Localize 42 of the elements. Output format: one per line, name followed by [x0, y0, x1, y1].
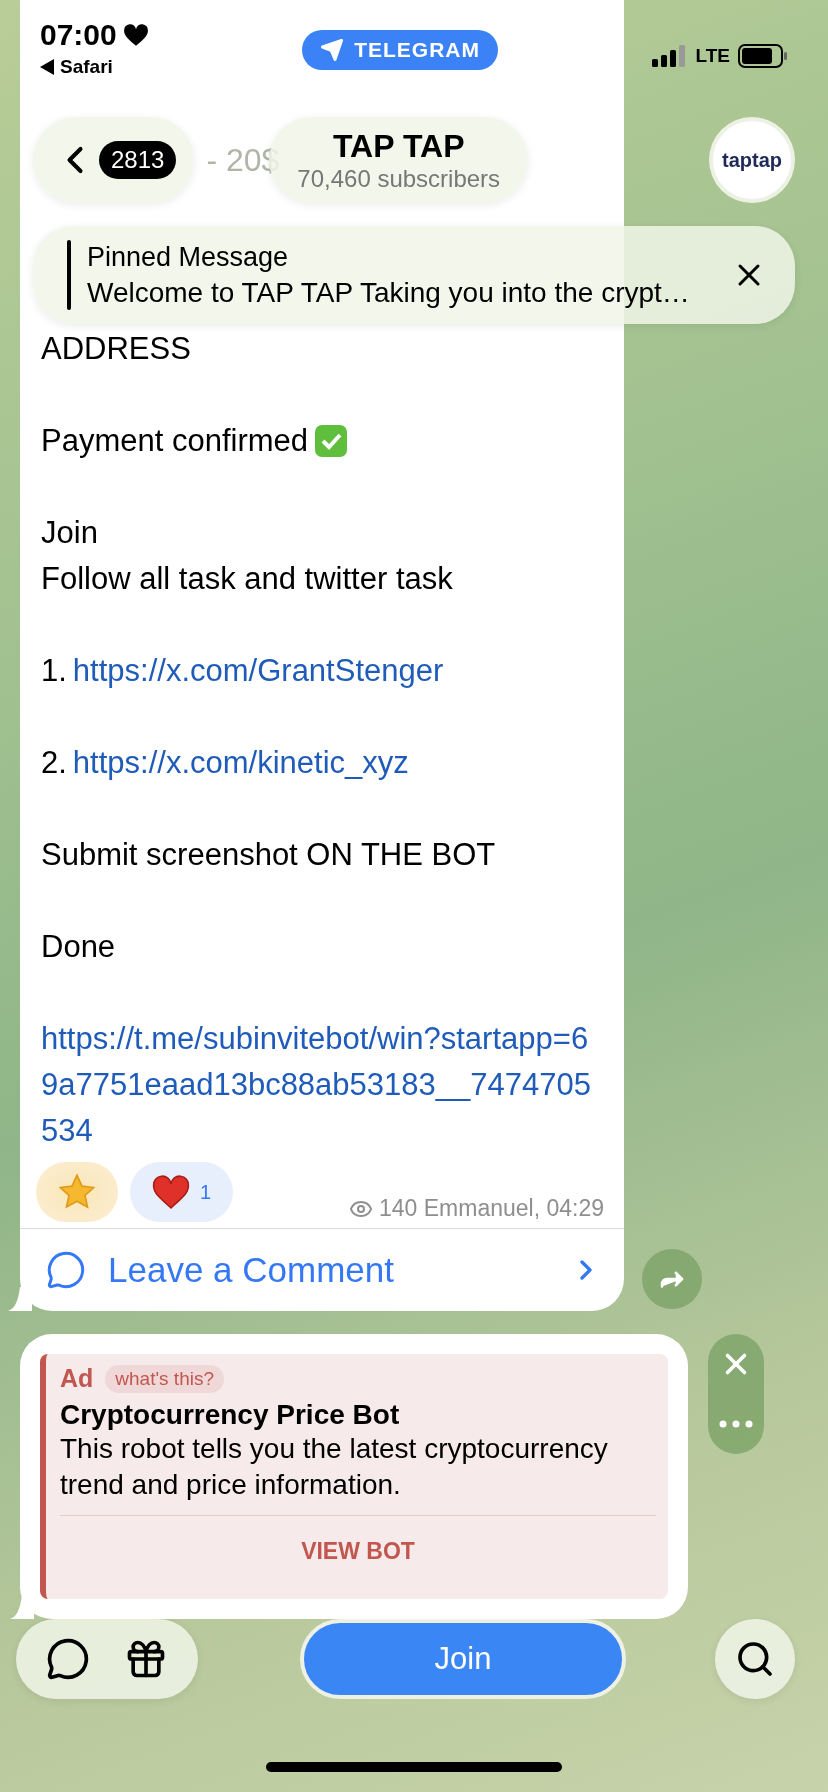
view-bot-button[interactable]: VIEW BOT — [60, 1515, 656, 1587]
channel-avatar[interactable]: taptap — [709, 117, 795, 203]
send-icon — [320, 38, 345, 62]
comment-icon — [46, 1250, 86, 1290]
search-icon — [735, 1639, 775, 1679]
message-text: Done — [41, 928, 116, 966]
info-link[interactable]: what's this? — [105, 1364, 224, 1393]
message-text: Submit screenshot ON THE BOT — [41, 836, 496, 874]
app-badge: TELEGRAM — [302, 30, 499, 70]
list-number: 1. — [41, 652, 67, 690]
message-link[interactable]: https://x.com/GrantStenger — [72, 648, 444, 694]
heart-icon — [122, 23, 149, 47]
ad-label: Ad — [60, 1364, 94, 1393]
list-number: 2. — [41, 744, 67, 782]
star-reaction[interactable] — [36, 1162, 118, 1222]
share-button[interactable] — [642, 1249, 702, 1309]
pinned-label: Pinned Message — [87, 241, 290, 273]
back-triangle-icon — [40, 59, 54, 75]
signal-icon — [651, 45, 688, 67]
message-text: Follow all task and twitter task — [41, 560, 453, 598]
back-to-app-link[interactable]: Safari — [60, 56, 113, 78]
pinned-message-bar[interactable]: Pinned Message Welcome to TAP TAP Taking you into the crypt… — [33, 226, 795, 324]
message-text: Join — [41, 514, 98, 552]
battery-icon — [738, 44, 788, 68]
clock-time: 07:00 — [40, 18, 117, 52]
message-text: Payment confirmed — [41, 422, 309, 460]
message-link[interactable]: https://x.com/kinetic_xyz — [72, 740, 409, 786]
more-icon — [719, 1420, 753, 1428]
ad-text: This robot tells you the latest cryptocurrency trend and price information. — [60, 1432, 609, 1502]
heart-reaction[interactable]: 1 — [130, 1162, 234, 1222]
heart-icon — [152, 1174, 190, 1210]
check-mark-icon — [314, 424, 349, 458]
star-icon — [57, 1172, 97, 1212]
network-label: LTE — [695, 45, 730, 67]
message-text: ADDRESS — [41, 330, 191, 368]
join-button[interactable]: Join — [300, 1619, 626, 1699]
message-link[interactable]: https://t.me/subinvitebot/win?startapp=69a7751eaad13bc88ab53183__7474705534 — [41, 1016, 602, 1154]
chat-icon[interactable] — [46, 1637, 90, 1681]
ad-title: Cryptocurrency Price Bot — [60, 1399, 401, 1431]
pinned-text: Welcome to TAP TAP Taking you into the crypt… — [87, 276, 691, 309]
message-meta: 140 Emmanuel, 04:29 — [348, 1195, 604, 1222]
unread-count: 2813 — [99, 141, 177, 179]
